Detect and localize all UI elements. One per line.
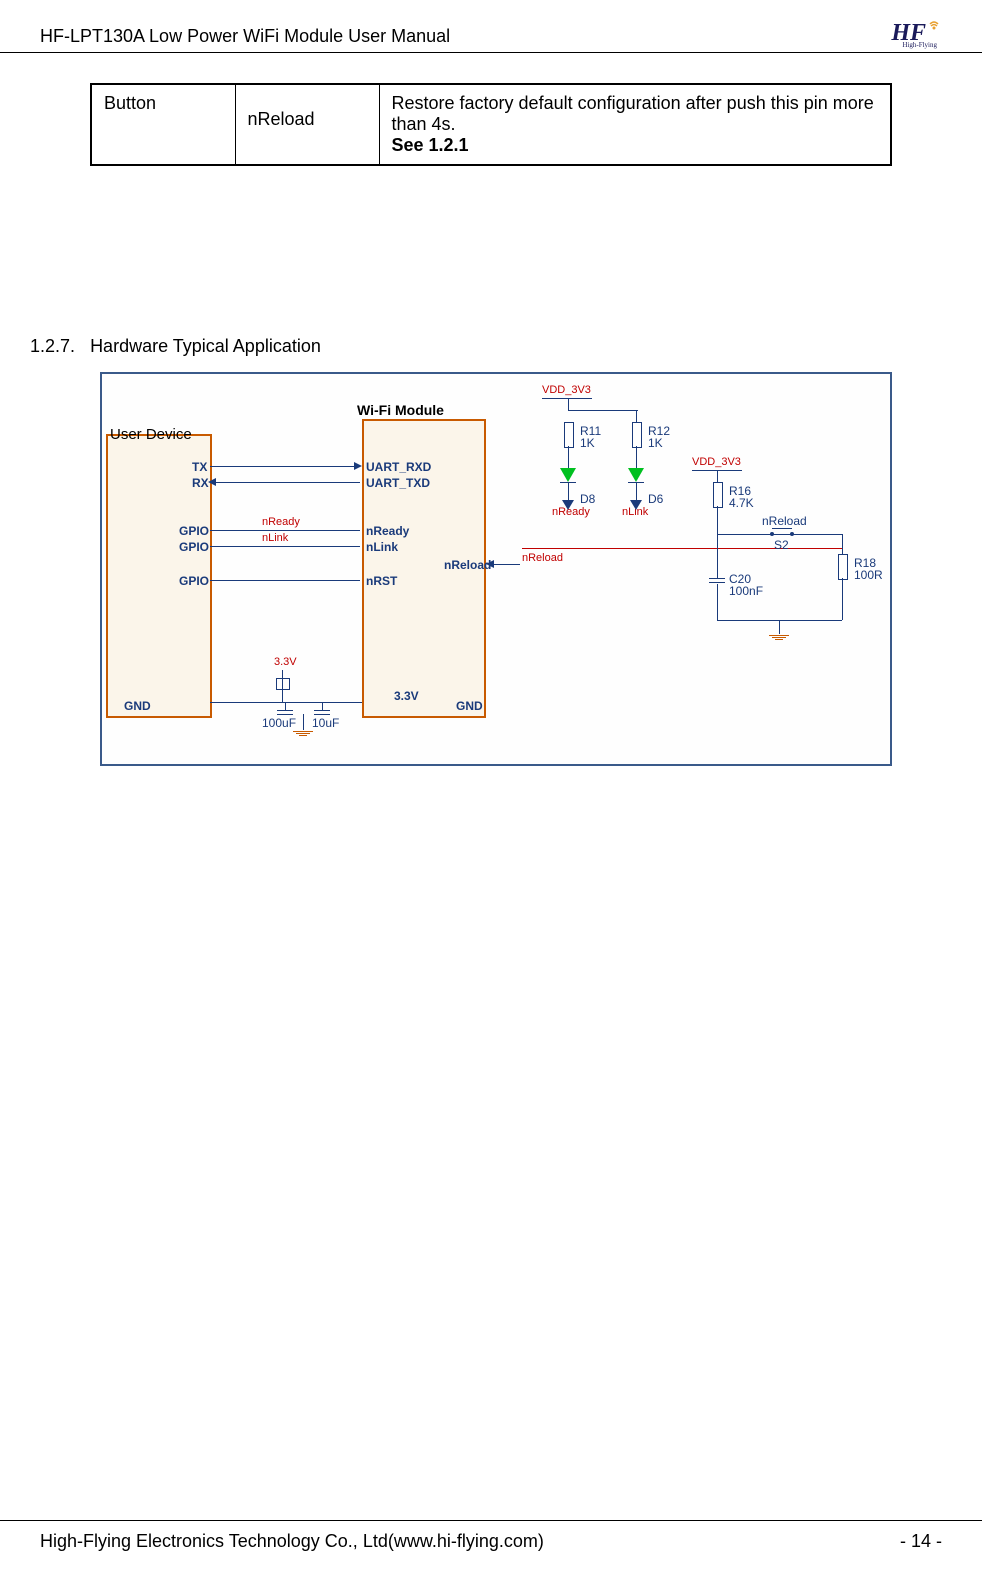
pin-table: Button nReload Restore factory default c… bbox=[90, 83, 892, 166]
logo: HF High-Flying bbox=[891, 20, 942, 47]
arrow-nreload bbox=[488, 564, 520, 565]
content: Button nReload Restore factory default c… bbox=[0, 53, 982, 766]
line-nready bbox=[210, 530, 360, 531]
resistor-r11 bbox=[564, 422, 574, 448]
arrow-txd-rx bbox=[210, 482, 360, 483]
button-s2 bbox=[767, 526, 797, 536]
page-number: - 14 - bbox=[900, 1531, 942, 1552]
ground-icon bbox=[769, 634, 789, 641]
led-d6 bbox=[628, 468, 644, 482]
wifi-icon bbox=[928, 10, 944, 37]
table-cell: Button bbox=[91, 84, 235, 165]
document-title: HF-LPT130A Low Power WiFi Module User Ma… bbox=[40, 26, 450, 47]
polarity-icon bbox=[276, 678, 290, 690]
resistor-r18 bbox=[838, 554, 848, 580]
capacitor-10uf bbox=[314, 710, 330, 715]
company-name: High-Flying Electronics Technology Co., … bbox=[40, 1531, 544, 1552]
circuit-diagram: User Device Wi-Fi Module TX RX GPIO GPIO… bbox=[100, 372, 892, 766]
table-cell: Restore factory default configuration af… bbox=[379, 84, 891, 165]
resistor-r16 bbox=[713, 482, 723, 508]
wifi-module-title: Wi-Fi Module bbox=[352, 402, 449, 418]
page-footer: High-Flying Electronics Technology Co., … bbox=[0, 1520, 982, 1552]
ground-icon bbox=[293, 730, 313, 737]
capacitor-100uf bbox=[277, 710, 293, 715]
arrow-tx-rxd bbox=[210, 466, 360, 467]
line-nlink bbox=[210, 546, 360, 547]
led-d8 bbox=[560, 468, 576, 482]
capacitor-c20 bbox=[709, 578, 725, 583]
resistor-r12 bbox=[632, 422, 642, 448]
table-cell: nReload bbox=[235, 84, 379, 165]
line-nrst bbox=[210, 580, 360, 581]
page-header: HF-LPT130A Low Power WiFi Module User Ma… bbox=[0, 0, 982, 53]
user-device-title: User Device bbox=[110, 426, 192, 443]
section-heading: 1.2.7. Hardware Typical Application bbox=[30, 336, 892, 357]
